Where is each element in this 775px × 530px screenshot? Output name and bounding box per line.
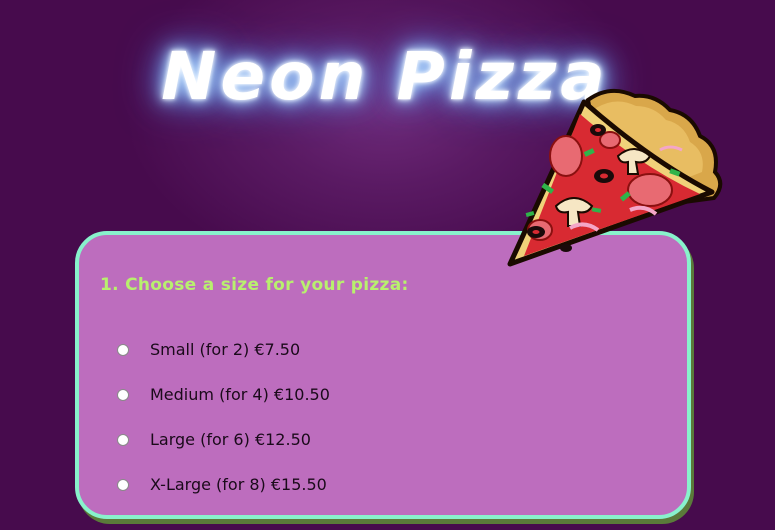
size-options-list: Small (for 2) €7.50 Medium (for 4) €10.5… <box>117 327 330 507</box>
size-radio-large[interactable] <box>117 433 129 446</box>
size-option-medium[interactable]: Medium (for 4) €10.50 <box>117 372 330 417</box>
size-section-heading: 1. Choose a size for your pizza: <box>100 275 409 295</box>
size-option-large[interactable]: Large (for 6) €12.50 <box>117 417 330 462</box>
size-option-small[interactable]: Small (for 2) €7.50 <box>117 327 330 372</box>
size-option-label[interactable]: Medium (for 4) €10.50 <box>150 385 330 404</box>
size-selection-card: 1. Choose a size for your pizza: Small (… <box>75 231 691 519</box>
size-radio-small[interactable] <box>117 343 129 356</box>
size-radio-xlarge[interactable] <box>117 478 129 491</box>
size-option-label[interactable]: Large (for 6) €12.50 <box>150 430 311 449</box>
size-radio-medium[interactable] <box>117 388 129 401</box>
size-option-xlarge[interactable]: X-Large (for 8) €15.50 <box>117 462 330 507</box>
size-option-label[interactable]: Small (for 2) €7.50 <box>150 340 300 359</box>
pizza-slice-icon <box>507 88 723 267</box>
size-option-label[interactable]: X-Large (for 8) €15.50 <box>150 475 327 494</box>
